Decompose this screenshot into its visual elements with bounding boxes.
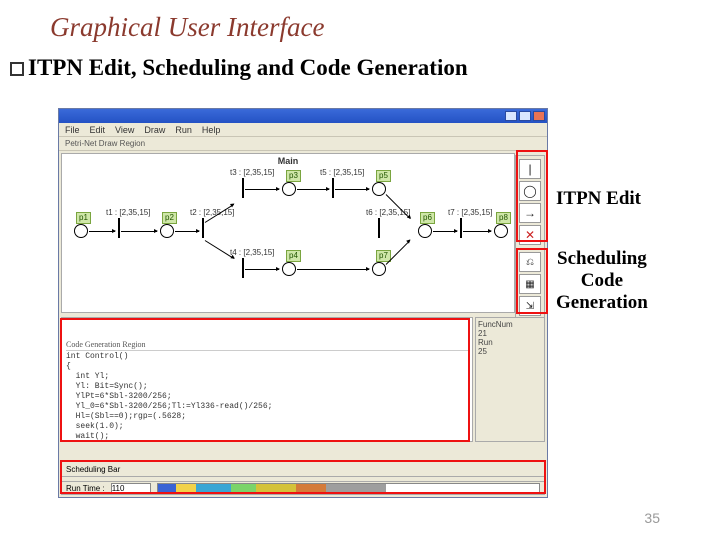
side-meta-l2: 21 — [478, 329, 542, 338]
maximize-icon[interactable] — [519, 111, 531, 121]
menu-edit[interactable]: Edit — [90, 125, 106, 135]
bullet-icon — [10, 62, 24, 76]
gantt-segment — [158, 484, 176, 492]
place-p8[interactable] — [494, 224, 508, 238]
tool-transition-icon[interactable]: | — [519, 159, 541, 179]
arc — [245, 189, 279, 190]
menu-file[interactable]: File — [65, 125, 80, 135]
gantt-segment — [256, 484, 296, 492]
transition-t3[interactable] — [242, 178, 244, 198]
transition-t5[interactable] — [332, 178, 334, 198]
subbar-label: Petri-Net Draw Region — [65, 139, 145, 148]
arc — [463, 231, 491, 232]
page-number: 35 — [644, 510, 660, 526]
menu-help[interactable]: Help — [202, 125, 221, 135]
place-p6[interactable] — [418, 224, 432, 238]
slide-subtitle: ITPN Edit, Scheduling and Code Generatio… — [0, 51, 720, 91]
place-p4[interactable] — [282, 262, 296, 276]
code-generation-panel: Code Generation Regionint Control() { in… — [61, 317, 473, 442]
minimize-icon[interactable] — [505, 111, 517, 121]
label-p4: p4 — [286, 250, 301, 262]
toolbox-sched-group: ⎌ ▦ ⇲ — [516, 248, 544, 319]
gantt-segment — [196, 484, 231, 492]
transition-t7[interactable] — [460, 218, 462, 238]
label-p5: p5 — [376, 170, 391, 182]
label-p2: p2 — [162, 212, 177, 224]
schedbar-label: Scheduling Bar — [66, 465, 120, 474]
menu-view[interactable]: View — [115, 125, 134, 135]
runtime-bar: Run Time : — [61, 481, 545, 495]
toolbox-edit-group: | ◯ → ✕ — [516, 156, 544, 248]
place-p7[interactable] — [372, 262, 386, 276]
side-meta-l3: Run — [478, 338, 542, 347]
annot-sched-line3: Generation — [556, 292, 648, 313]
scheduling-bar: Scheduling Bar — [61, 461, 545, 477]
arc — [433, 231, 457, 232]
side-meta-panel: FuncNum 21 Run 25 — [475, 317, 545, 442]
label-t3: t3 : [2,35,15] — [230, 168, 274, 177]
tool-delete-icon[interactable]: ✕ — [519, 225, 541, 245]
menu-run[interactable]: Run — [175, 125, 192, 135]
arc — [89, 231, 115, 232]
code-panel-header: Code Generation Region — [66, 340, 468, 351]
label-p3: p3 — [286, 170, 301, 182]
label-t2: t2 : [2,35,15] — [190, 208, 234, 217]
tool-sched-a-icon[interactable]: ⎌ — [519, 252, 541, 272]
arc — [121, 231, 157, 232]
sub-bar: Petri-Net Draw Region — [59, 137, 547, 151]
label-p8: p8 — [496, 212, 511, 224]
tool-sched-c-icon[interactable]: ⇲ — [519, 296, 541, 316]
arc — [335, 189, 369, 190]
side-meta-l1: FuncNum — [478, 320, 542, 329]
place-p1[interactable] — [74, 224, 88, 238]
petri-net-canvas[interactable]: Main t3 : [2,35,15] p3 t5 : [2,35,15] p5… — [61, 153, 515, 313]
label-t5: t5 : [2,35,15] — [320, 168, 364, 177]
label-p1: p1 — [76, 212, 91, 224]
tool-place-icon[interactable]: ◯ — [519, 181, 541, 201]
gantt-segment — [231, 484, 256, 492]
gantt-chart — [157, 483, 540, 493]
app-window: File Edit View Draw Run Help Petri-Net D… — [58, 108, 548, 498]
slide-title: Graphical User Interface — [0, 0, 720, 51]
side-meta-l4: 25 — [478, 347, 542, 356]
tool-arc-icon[interactable]: → — [519, 203, 541, 223]
code-text: int Control() { int Yl; Yl: Bit=Sync(); … — [66, 352, 272, 442]
transition-t2[interactable] — [202, 218, 204, 238]
arc — [175, 231, 199, 232]
gantt-segment — [326, 484, 386, 492]
window-titlebar — [59, 109, 547, 123]
canvas-title: Main — [278, 156, 299, 166]
runtime-input[interactable] — [111, 483, 151, 494]
label-t4: t4 : [2,35,15] — [230, 248, 274, 257]
transition-t4[interactable] — [242, 258, 244, 278]
menu-bar: File Edit View Draw Run Help — [59, 123, 547, 137]
place-p3[interactable] — [282, 182, 296, 196]
runtime-label: Run Time : — [66, 484, 105, 493]
toolbox-right: | ◯ → ✕ ⎌ ▦ ⇲ — [515, 155, 545, 320]
gantt-segment — [296, 484, 326, 492]
transition-t1[interactable] — [118, 218, 120, 238]
label-t7: t7 : [2,35,15] — [448, 208, 492, 217]
tool-sched-b-icon[interactable]: ▦ — [519, 274, 541, 294]
arc — [245, 269, 279, 270]
menu-draw[interactable]: Draw — [144, 125, 165, 135]
label-p6: p6 — [420, 212, 435, 224]
transition-t6[interactable] — [378, 218, 380, 238]
annot-sched-code: Scheduling Code Generation — [556, 248, 648, 314]
annot-sched-line2: Code — [581, 270, 623, 291]
arc — [297, 189, 329, 190]
label-t1: t1 : [2,35,15] — [106, 208, 150, 217]
annot-itpn-edit: ITPN Edit — [556, 188, 641, 210]
close-icon[interactable] — [533, 111, 545, 121]
subtitle-text: ITPN Edit, Scheduling and Code Generatio… — [28, 55, 468, 80]
arc — [297, 269, 369, 270]
place-p5[interactable] — [372, 182, 386, 196]
place-p2[interactable] — [160, 224, 174, 238]
annot-sched-line1: Scheduling — [557, 248, 647, 269]
gantt-segment — [176, 484, 196, 492]
